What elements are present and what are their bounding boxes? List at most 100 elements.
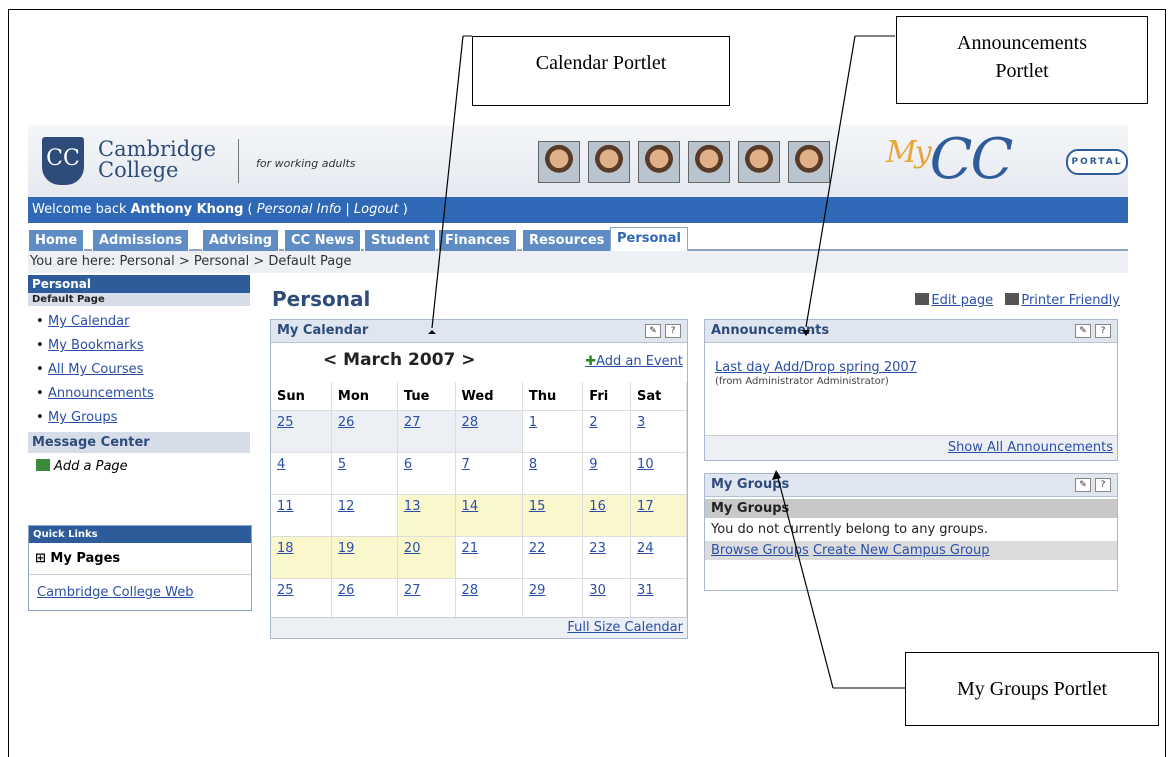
logout-link[interactable]: Logout — [354, 202, 399, 217]
help-icon[interactable]: ? — [1095, 478, 1111, 492]
calendar-day[interactable]: 7 — [455, 452, 523, 495]
calendar-day[interactable]: 18 — [271, 536, 332, 579]
calendar-day[interactable]: 12 — [331, 494, 398, 537]
weekday-header-row: Sun Mon Tue Wed Thu Fri Sat — [271, 382, 687, 411]
full-size-calendar-link[interactable]: Full Size Calendar — [567, 620, 687, 635]
calendar-day[interactable]: 24 — [630, 536, 687, 579]
create-group-link[interactable]: Create New Campus Group — [813, 543, 990, 558]
calendar-day[interactable]: 13 — [397, 494, 456, 537]
quick-links: Quick Links ⊞ My Pages Cambridge College… — [28, 525, 252, 611]
month-navigator[interactable]: < March 2007 > — [323, 350, 476, 370]
photo — [588, 141, 630, 183]
tab-resources[interactable]: Resources — [522, 229, 612, 253]
welcome-bar: Welcome back Anthony Khong ( Personal In… — [28, 197, 1128, 223]
weekday-header: Sat — [630, 382, 687, 411]
paren-open: ( — [243, 202, 257, 217]
weekday-header: Tue — [397, 382, 456, 411]
welcome-prefix: Welcome back — [32, 202, 131, 217]
edit-page-link[interactable]: Edit page — [931, 293, 993, 308]
logo-divider — [238, 139, 239, 183]
help-icon[interactable]: ? — [665, 324, 681, 338]
quick-links-heading: Quick Links — [29, 526, 251, 543]
sidebar-heading[interactable]: Personal — [28, 275, 250, 293]
calendar-portlet: My Calendar ✎ ? < March 2007 > ✚Add an E… — [270, 319, 688, 639]
brand-my: My — [886, 135, 932, 170]
calendar-day[interactable]: 10 — [630, 452, 687, 495]
my-pages-toggle[interactable]: ⊞ My Pages — [29, 543, 251, 575]
tab-cc-news[interactable]: CC News — [284, 229, 362, 253]
settings-icon[interactable]: ✎ — [645, 324, 661, 338]
printer-friendly-link[interactable]: Printer Friendly — [1021, 293, 1120, 308]
groups-callout: My Groups Portlet — [905, 652, 1159, 726]
calendar-day[interactable]: 19 — [331, 536, 398, 579]
sidebar-item-my-groups[interactable]: My Groups — [36, 406, 250, 430]
settings-icon[interactable]: ✎ — [1075, 478, 1091, 492]
tab-finances[interactable]: Finances — [438, 229, 517, 253]
announcements-callout-line1: Announcements — [957, 32, 1087, 54]
college-web-link[interactable]: Cambridge College Web — [29, 575, 251, 610]
calendar-day[interactable]: 23 — [582, 536, 632, 579]
sidebar-item-all-my-courses[interactable]: All My Courses — [36, 358, 250, 382]
calendar-day[interactable]: 21 — [455, 536, 523, 579]
weekday-header: Mon — [331, 382, 398, 411]
calendar-day[interactable]: 8 — [522, 452, 584, 495]
portal-page: CC Cambridge College for working adults … — [28, 125, 1128, 645]
announcement-author: (from Administrator Administrator) — [715, 376, 889, 387]
tab-home[interactable]: Home — [28, 229, 85, 253]
tagline: for working adults — [256, 157, 356, 170]
sidebar-item-my-calendar[interactable]: My Calendar — [36, 310, 250, 334]
tab-personal[interactable]: Personal — [610, 227, 688, 252]
calendar-day[interactable]: 31 — [630, 578, 687, 620]
add-page-button[interactable]: Add a Page — [28, 453, 250, 480]
calendar-day[interactable]: 3 — [630, 410, 687, 453]
calendar-day[interactable]: 2 — [582, 410, 632, 453]
announcement-link[interactable]: Last day Add/Drop spring 2007 — [715, 360, 917, 375]
calendar-day[interactable]: 28 — [455, 410, 523, 453]
calendar-day[interactable]: 4 — [271, 452, 332, 495]
calendar-day[interactable]: 20 — [397, 536, 456, 579]
sidebar-item-my-bookmarks[interactable]: My Bookmarks — [36, 334, 250, 358]
college-logo[interactable]: Cambridge College — [98, 139, 216, 181]
browse-groups-link[interactable]: Browse Groups — [711, 543, 809, 558]
calendar-day[interactable]: 27 — [397, 410, 456, 453]
calendar-day[interactable]: 14 — [455, 494, 523, 537]
weekday-header: Thu — [522, 382, 584, 411]
show-all-announcements-link[interactable]: Show All Announcements — [948, 440, 1117, 455]
portal-badge: PORTAL — [1066, 149, 1128, 175]
tab-admissions[interactable]: Admissions — [92, 229, 190, 253]
calendar-day[interactable]: 9 — [582, 452, 632, 495]
sidebar-item-announcements[interactable]: Announcements — [36, 382, 250, 406]
add-event-link[interactable]: ✚Add an Event — [585, 354, 683, 369]
calendar-day[interactable]: 1 — [522, 410, 584, 453]
tab-advising[interactable]: Advising — [202, 229, 280, 253]
personal-info-link[interactable]: Personal Info — [257, 202, 341, 217]
calendar-day[interactable]: 25 — [271, 578, 332, 620]
settings-icon[interactable]: ✎ — [1075, 324, 1091, 338]
calendar-week: 25 26 27 28 1 2 3 — [271, 410, 687, 453]
calendar-day[interactable]: 28 — [455, 578, 523, 620]
weekday-header: Fri — [582, 382, 632, 411]
message-center[interactable]: Message Center — [28, 432, 250, 453]
calendar-day[interactable]: 5 — [331, 452, 398, 495]
calendar-week: 25 26 27 28 29 30 31 — [271, 578, 687, 620]
calendar-day[interactable]: 25 — [271, 410, 332, 453]
mycc-brand: MyCC — [886, 127, 1014, 192]
photo — [788, 141, 830, 183]
help-icon[interactable]: ? — [1095, 324, 1111, 338]
calendar-day[interactable]: 27 — [397, 578, 456, 620]
calendar-day[interactable]: 29 — [522, 578, 584, 620]
calendar-day[interactable]: 16 — [582, 494, 632, 537]
tab-student[interactable]: Student — [364, 229, 437, 253]
calendar-day[interactable]: 30 — [582, 578, 632, 620]
weekday-header: Wed — [455, 382, 523, 411]
calendar-day[interactable]: 15 — [522, 494, 584, 537]
calendar-day[interactable]: 22 — [522, 536, 584, 579]
calendar-day[interactable]: 6 — [397, 452, 456, 495]
brand-cc: CC — [929, 127, 1014, 192]
calendar-grid: Sun Mon Tue Wed Thu Fri Sat 25 26 27 28 … — [271, 382, 687, 620]
calendar-day[interactable]: 17 — [630, 494, 687, 537]
calendar-day[interactable]: 26 — [331, 578, 398, 620]
calendar-day[interactable]: 11 — [271, 494, 332, 537]
calendar-day[interactable]: 26 — [331, 410, 398, 453]
weekday-header: Sun — [271, 382, 332, 411]
